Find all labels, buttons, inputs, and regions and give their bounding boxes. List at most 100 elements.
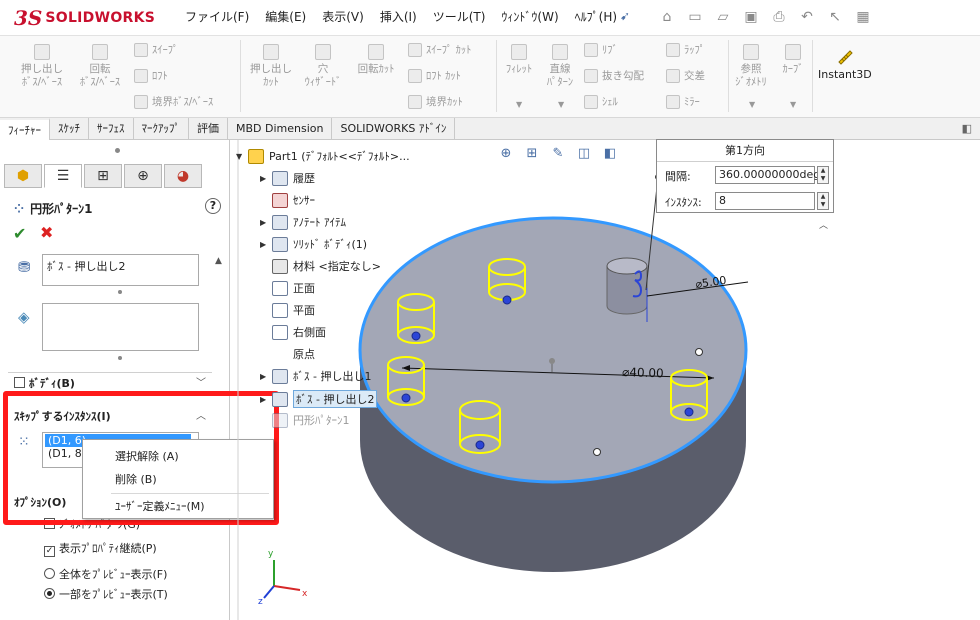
instant3d-button[interactable]: Instant3D bbox=[818, 48, 872, 81]
curves-dropdown-icon[interactable]: ▼ bbox=[790, 100, 796, 109]
configuration-manager-tab[interactable]: ⊞ bbox=[84, 164, 122, 188]
revolve-cut-button[interactable]: 回転ｶｯﾄ bbox=[350, 44, 402, 76]
scroll-up-icon[interactable]: ▲ bbox=[215, 256, 222, 266]
tab-evaluate[interactable]: 評価 bbox=[189, 118, 228, 140]
resize-handle[interactable] bbox=[118, 290, 122, 294]
menu-edit[interactable]: 編集(E) bbox=[265, 8, 306, 25]
dimension-small[interactable]: ⌀5.00 bbox=[695, 274, 728, 291]
expand-arrow-icon[interactable]: ▶ bbox=[260, 218, 272, 227]
spacing-input[interactable]: 360.00000000deg bbox=[715, 166, 820, 184]
help-icon[interactable]: ? bbox=[205, 198, 221, 214]
expand-arrow-icon[interactable]: ▶ bbox=[260, 174, 272, 183]
instances-spinner[interactable]: ▲ ▼ bbox=[817, 192, 829, 210]
curves-button[interactable]: ｶｰﾌﾞ bbox=[776, 44, 810, 76]
display-manager-tab[interactable]: ◕ bbox=[164, 164, 202, 188]
sweep-cut-button[interactable]: ｽｲｰﾌﾟ ｶｯﾄ bbox=[408, 42, 471, 57]
shell-button[interactable]: ｼｪﾙ bbox=[584, 94, 618, 109]
dimxpert-manager-tab[interactable]: ⊕ bbox=[124, 164, 162, 188]
full-preview-radio[interactable] bbox=[44, 568, 55, 579]
extrude-cut-button[interactable]: 押し出し ｶｯﾄ bbox=[244, 44, 298, 89]
pin-icon[interactable]: ➹ bbox=[620, 9, 630, 23]
menu-window[interactable]: ｳｨﾝﾄﾞｳ(W) bbox=[501, 8, 558, 25]
menu-help[interactable]: ﾍﾙﾌﾟ(H) bbox=[575, 8, 617, 25]
faces-to-pattern-list[interactable] bbox=[42, 303, 199, 351]
bodies-checkbox[interactable] bbox=[14, 377, 25, 388]
instances-input[interactable]: 8 bbox=[715, 192, 815, 210]
tab-mbd-dimension[interactable]: MBD Dimension bbox=[228, 118, 333, 140]
fillet-button[interactable]: ﾌｨﾚｯﾄ bbox=[500, 44, 538, 76]
chevron-up-icon[interactable]: ︿ bbox=[819, 218, 828, 231]
cancel-icon[interactable]: ✖ bbox=[40, 223, 53, 242]
propagate-visual-option[interactable]: ✓ 表示ﾌﾟﾛﾊﾟﾃｨ継続(P) bbox=[44, 540, 157, 557]
dimension-large[interactable]: ⌀40.00 bbox=[622, 365, 664, 380]
partial-preview-radio[interactable] bbox=[44, 588, 55, 599]
tab-solidworks-addins[interactable]: SOLIDWORKS ｱﾄﾞｲﾝ bbox=[332, 118, 456, 140]
previous-view-icon[interactable]: ✎ bbox=[548, 146, 568, 164]
full-preview-option[interactable]: 全体をﾌﾟﾚﾋﾞｭｰ表示(F) bbox=[44, 566, 167, 582]
rebuild-icon[interactable]: ▦ bbox=[851, 5, 875, 29]
sweep-button[interactable]: ｽｲｰﾌﾟ bbox=[134, 42, 178, 57]
panel-toggle-icon[interactable]: ◧ bbox=[962, 122, 972, 135]
reference-geometry-button[interactable]: 参照 ｼﾞｵﾒﾄﾘ bbox=[732, 44, 770, 89]
intersect-button[interactable]: 交差 bbox=[666, 68, 705, 83]
tab-sketch[interactable]: ｽｹｯﾁ bbox=[50, 118, 89, 140]
draft-button[interactable]: 抜き勾配 bbox=[584, 68, 644, 83]
features-to-pattern-list[interactable]: ﾎﾞｽ - 押し出し2 bbox=[42, 254, 199, 286]
menu-file[interactable]: ファイル(F) bbox=[185, 8, 249, 25]
tree-node-boss2[interactable]: ▶ ﾎﾞｽ - 押し出し2 bbox=[260, 390, 378, 408]
boundary-boss-button[interactable]: 境界ﾎﾞｽ/ﾍﾞｰｽ bbox=[134, 94, 213, 109]
tree-node-origin[interactable]: 原点 bbox=[272, 346, 315, 362]
boundary-cut-button[interactable]: 境界ｶｯﾄ bbox=[408, 94, 463, 109]
view-orientation-icon[interactable]: ◧ bbox=[600, 146, 620, 164]
hole-wizard-button[interactable]: 穴 ｳｨｻﾞｰﾄﾞ bbox=[298, 44, 348, 89]
linear-pattern-dropdown-icon[interactable]: ▼ bbox=[558, 100, 564, 109]
tree-node-right-plane[interactable]: 右側面 bbox=[272, 324, 326, 340]
tree-node-sensors[interactable]: ｾﾝｻｰ bbox=[272, 192, 315, 208]
undo-icon[interactable]: ↶ bbox=[795, 5, 819, 29]
tree-node-top-plane[interactable]: 平面 bbox=[272, 302, 315, 318]
collapse-arrow-icon[interactable]: ▼ bbox=[236, 152, 248, 161]
tree-node-part[interactable]: ▼ Part1 (ﾃﾞﾌｫﾙﾄ<<ﾃﾞﾌｫﾙﾄ>... bbox=[236, 148, 410, 164]
menu-tools[interactable]: ツール(T) bbox=[433, 8, 486, 25]
menu-item-customize[interactable]: ﾕｰｻﾞｰ定義ﾒﾆｭｰ(M) bbox=[115, 498, 205, 514]
section-view-icon[interactable]: ◫ bbox=[574, 146, 594, 164]
zoom-area-icon[interactable]: ⊞ bbox=[522, 146, 542, 164]
propagate-visual-checkbox[interactable]: ✓ bbox=[44, 546, 55, 557]
tab-surfaces[interactable]: ｻｰﾌｪｽ bbox=[89, 118, 134, 140]
open-icon[interactable]: ▱ bbox=[711, 5, 735, 29]
panel-grip[interactable] bbox=[115, 148, 120, 153]
tree-node-annotations[interactable]: ▶ ｱﾉﾃｰﾄ ｱｲﾃﾑ bbox=[260, 214, 346, 230]
extrude-boss-button[interactable]: 押し出し ﾎﾞｽ/ﾍﾞｰｽ bbox=[14, 44, 70, 89]
tree-node-front-plane[interactable]: 正面 bbox=[272, 280, 315, 296]
partial-preview-option[interactable]: 一部をﾌﾟﾚﾋﾞｭｰ表示(T) bbox=[44, 586, 168, 602]
tree-node-material[interactable]: 材料 <指定なし> bbox=[272, 258, 381, 274]
print-icon[interactable]: ⎙ bbox=[767, 5, 791, 29]
mirror-button[interactable]: ﾐﾗｰ bbox=[666, 94, 700, 109]
menu-insert[interactable]: 挿入(I) bbox=[380, 8, 417, 25]
reference-geometry-dropdown-icon[interactable]: ▼ bbox=[749, 100, 755, 109]
select-icon[interactable]: ↖ bbox=[823, 5, 847, 29]
tree-node-boss1[interactable]: ▶ ﾎﾞｽ - 押し出し1 bbox=[260, 368, 371, 384]
home-icon[interactable]: ⌂ bbox=[655, 5, 679, 29]
revolve-boss-button[interactable]: 回転 ﾎﾞｽ/ﾍﾞｰｽ bbox=[72, 44, 128, 89]
linear-pattern-button[interactable]: 直線 ﾊﾟﾀｰﾝ bbox=[540, 44, 580, 89]
ok-icon[interactable]: ✔ bbox=[13, 224, 26, 243]
zoom-to-fit-icon[interactable]: ⊕ bbox=[496, 146, 516, 164]
spacing-spinner[interactable]: ▲ ▼ bbox=[817, 166, 829, 184]
save-icon[interactable]: ▣ bbox=[739, 5, 763, 29]
menu-item-deselect[interactable]: 選択解除 (A) bbox=[115, 448, 179, 464]
menu-item-delete[interactable]: 削除 (B) bbox=[115, 471, 157, 487]
tree-node-history[interactable]: ▶ 履歴 bbox=[260, 170, 315, 186]
solidworks-logo[interactable]: 3S SOLIDWORKS bbox=[14, 6, 155, 30]
list-item[interactable]: ﾎﾞｽ - 押し出し2 bbox=[47, 260, 125, 273]
skipped-instance-markers[interactable] bbox=[593, 348, 703, 456]
expand-arrow-icon[interactable]: ▶ bbox=[260, 240, 272, 249]
loft-cut-button[interactable]: ﾛﾌﾄ ｶｯﾄ bbox=[408, 68, 461, 83]
tree-node-circular-pattern[interactable]: 円形ﾊﾟﾀｰﾝ1 bbox=[272, 412, 350, 428]
menu-view[interactable]: 表示(V) bbox=[322, 8, 364, 25]
boss-extrude2-body[interactable] bbox=[606, 265, 648, 315]
wrap-button[interactable]: ﾗｯﾌﾟ bbox=[666, 42, 705, 57]
new-icon[interactable]: ▭ bbox=[683, 5, 707, 29]
property-manager-tab[interactable]: ☰ bbox=[44, 164, 82, 188]
loft-button[interactable]: ﾛﾌﾄ bbox=[134, 68, 168, 83]
